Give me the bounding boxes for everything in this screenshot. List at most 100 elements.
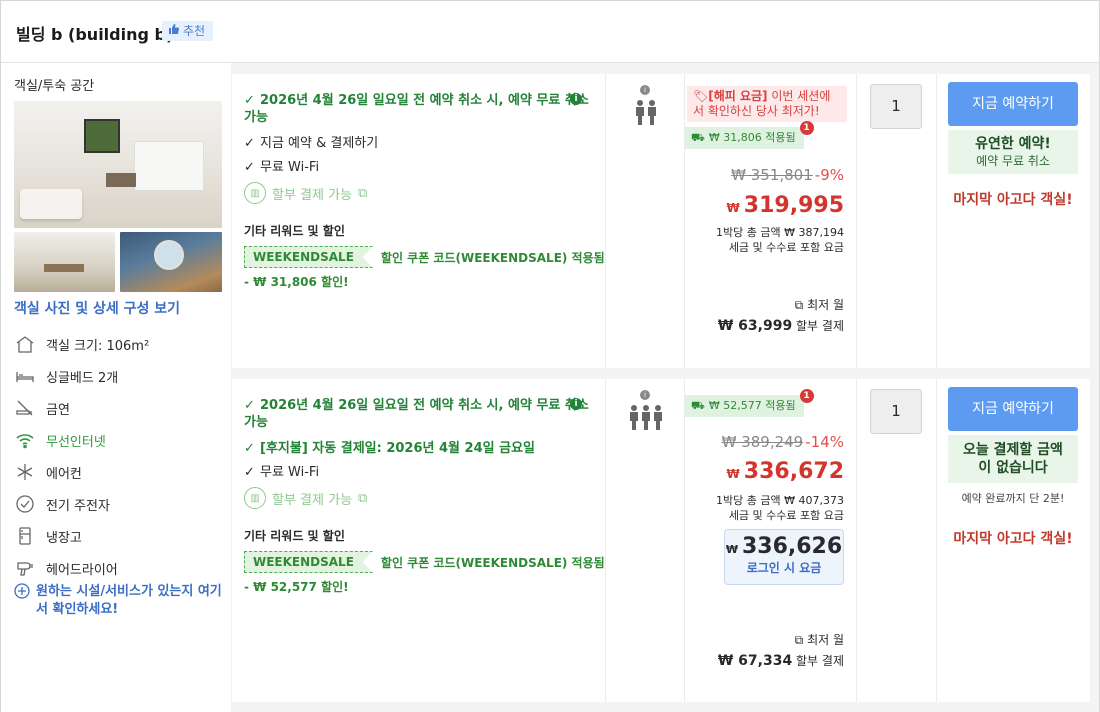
check-icon: ✓ xyxy=(244,441,255,456)
original-price-value: ₩ 389,249 xyxy=(721,433,804,451)
price-cell: 🏷[해피 요금] 이번 세션에서 확인하신 당사 최저가! ⛟ ₩ 31,806… xyxy=(685,74,857,368)
final-price-value: 319,995 xyxy=(743,193,844,218)
check-icon: ✓ xyxy=(244,136,255,151)
last-room-alert: 마지막 아고다 객실! xyxy=(953,531,1073,547)
amenity-item: 무선인터넷 xyxy=(14,424,224,456)
applied-amount: ₩ 31,806 적용됨 xyxy=(708,131,796,144)
wifi-text: 무료 Wi-Fi xyxy=(260,160,320,175)
find-facilities-link[interactable]: 원하는 시설/서비스가 있는지 여기서 확인하세요! xyxy=(14,583,224,619)
room-photo-thumb-1[interactable] xyxy=(14,232,115,292)
quantity-cell: 1 xyxy=(857,379,937,702)
coupon-row: WEEKENDSALE 할인 쿠폰 코드(WEEKENDSALE) 적용됨 xyxy=(244,246,605,268)
tax-note: 세금 및 수수료 포함 요금 xyxy=(728,509,844,522)
installment-option[interactable]: ▥ 할부 결제 가능 ⧉ xyxy=(244,182,367,204)
monthly-installment-amount: ₩ 63,999 할부 결제 xyxy=(718,317,844,334)
room-quantity-select[interactable]: 1 xyxy=(870,84,922,129)
external-link-icon: ⧉ xyxy=(358,490,368,506)
amenity-label: 에어컨 xyxy=(46,466,82,482)
monthly-suffix: 할부 결제 xyxy=(792,319,844,333)
discount-percent: -9% xyxy=(814,166,844,184)
room-content: 객실/투숙 공간 객실 사진 및 상세 구성 보기 객실 크기: 106m² 싱… xyxy=(1,63,1099,712)
check-icon: ✓ xyxy=(244,160,255,175)
applied-amount: ₩ 52,577 적용됨 xyxy=(708,399,796,412)
info-icon[interactable]: i xyxy=(570,93,582,105)
room-photo-thumb-2[interactable] xyxy=(120,232,222,292)
quantity-cell: 1 xyxy=(857,74,937,368)
happy-rate-banner: 🏷[해피 요금] 이번 세션에서 확인하신 당사 최저가! xyxy=(687,86,847,122)
occupancy-cell: i xyxy=(606,74,685,368)
final-price: ₩336,672 xyxy=(727,459,844,484)
no-payment-today: 오늘 결제할 금액이 없습니다 xyxy=(963,442,1063,476)
free-cancel-text: 2026년 4월 26일 일요일 전 예약 취소 시, 예약 무료 취소 가능 xyxy=(244,93,589,125)
coupon-desc: 할인 쿠폰 코드(WEEKENDSALE) 적용됨 xyxy=(380,250,605,265)
installment-icon: ▥ xyxy=(244,487,266,509)
coupon-discount: - ₩ 52,577 할인! xyxy=(244,580,349,594)
book-now-button[interactable]: 지금 예약하기 xyxy=(948,387,1078,431)
plus-circle-icon xyxy=(14,583,30,619)
book-now-button[interactable]: 지금 예약하기 xyxy=(948,82,1078,126)
room-quantity-select[interactable]: 1 xyxy=(870,389,922,434)
room-header: 빌딩 b (building b) 추천 xyxy=(1,1,1099,63)
other-rewards-title: 기타 리워드 및 할인 xyxy=(244,529,345,543)
per-night-total: 1박당 총 금액 ₩ 407,373 xyxy=(716,494,844,507)
room-offer-2: ✓ 2026년 4월 26일 일요일 전 예약 취소 시, 예약 무료 취소 가능… xyxy=(232,379,1090,702)
pay-later-text: [후지불] 자동 결제일: 2026년 4월 24일 금요일 xyxy=(260,441,535,456)
notification-count: 1 xyxy=(799,121,814,135)
action-cell: 지금 예약하기 오늘 결제할 금액이 없습니다 예약 완료까지 단 2분! 마지… xyxy=(937,379,1090,702)
two-guests-icon xyxy=(606,99,685,125)
check-icon: ✓ xyxy=(244,398,255,413)
installment-option[interactable]: ▥ 할부 결제 가능 ⧉ xyxy=(244,487,367,509)
coupon-desc: 할인 쿠폰 코드(WEEKENDSALE) 적용됨 xyxy=(380,555,605,570)
tax-note: 세금 및 수수료 포함 요금 xyxy=(728,241,844,254)
amenity-item: 헤어드라이어 xyxy=(14,552,224,584)
flexible-booking-box: 유연한 예약! 예약 무료 취소 xyxy=(948,130,1078,174)
coupon-row: WEEKENDSALE 할인 쿠폰 코드(WEEKENDSALE) 적용됨 xyxy=(244,551,605,573)
bed-icon xyxy=(14,365,36,387)
kettle-icon xyxy=(14,493,36,515)
amenity-label: 헤어드라이어 xyxy=(46,562,118,578)
amenity-label: 금연 xyxy=(46,402,70,418)
monthly-label-text: 최저 월 xyxy=(807,633,844,647)
wifi-benefit: ✓ 무료 Wi-Fi xyxy=(244,464,594,481)
hairdryer-icon xyxy=(14,557,36,579)
login-price-label: 로그인 시 요금 xyxy=(746,561,822,575)
snowflake-icon xyxy=(14,461,36,483)
applied-discount-badge: ⛟ ₩ 52,577 적용됨 1 xyxy=(685,389,814,417)
free-cancel-benefit: ✓ 2026년 4월 26일 일요일 전 예약 취소 시, 예약 무료 취소 가능… xyxy=(244,397,594,431)
monthly-installment-label: ⧉ 최저 월 xyxy=(795,296,844,313)
currency-symbol: ₩ xyxy=(726,201,740,215)
installment-icon: ▥ xyxy=(244,182,266,204)
recommend-label: 추천 xyxy=(183,24,206,38)
info-icon[interactable]: i xyxy=(640,390,650,400)
room-photo-main[interactable] xyxy=(14,101,222,228)
notification-count: 1 xyxy=(799,389,814,403)
other-rewards-title: 기타 리워드 및 할인 xyxy=(244,224,345,238)
coupon-tag: WEEKENDSALE xyxy=(244,246,373,268)
fridge-icon xyxy=(14,525,36,547)
applied-discount-badge: ⛟ ₩ 31,806 적용됨 1 xyxy=(685,121,814,149)
login-price: ₩336,626 xyxy=(725,534,843,559)
recommend-badge: 추천 xyxy=(162,21,214,41)
amenity-label: 객실 크기: 106m² xyxy=(46,338,150,354)
info-icon[interactable]: i xyxy=(570,398,582,410)
currency-symbol: ₩ xyxy=(726,467,740,481)
info-icon[interactable]: i xyxy=(640,85,650,95)
tag-icon: 🏷 xyxy=(693,89,709,103)
external-link-icon: ⧉ xyxy=(794,633,808,647)
amenity-list: 객실 크기: 106m² 싱글베드 2개 금연 무선인터넷 에어컨 전기 주전자… xyxy=(14,328,224,584)
car-discount-icon: ⛟ xyxy=(691,131,705,144)
monthly-amount-value: ₩ 63,999 xyxy=(717,318,793,334)
price-cell: ⛟ ₩ 52,577 적용됨 1 ₩ 389,249 -14% ₩336,672 … xyxy=(685,379,857,702)
room-space-label: 객실/투숙 공간 xyxy=(14,79,95,94)
house-icon xyxy=(14,333,36,355)
benefits-cell: ✓ 2026년 4월 26일 일요일 전 예약 취소 시, 예약 무료 취소 가능… xyxy=(232,74,606,368)
final-price: ₩319,995 xyxy=(727,193,844,218)
view-room-details-link[interactable]: 객실 사진 및 상세 구성 보기 xyxy=(14,298,180,318)
pay-now-text: 지금 예약 & 결제하기 xyxy=(260,136,379,151)
installment-text: 할부 결제 가능 xyxy=(272,187,353,203)
login-price-box[interactable]: ₩336,626 로그인 시 요금 xyxy=(724,529,844,585)
installment-text: 할부 결제 가능 xyxy=(272,492,353,508)
monthly-installment-label: ⧉ 최저 월 xyxy=(795,631,844,648)
monthly-installment-amount: ₩ 67,334 할부 결제 xyxy=(718,652,844,669)
amenity-item: 금연 xyxy=(14,392,224,424)
